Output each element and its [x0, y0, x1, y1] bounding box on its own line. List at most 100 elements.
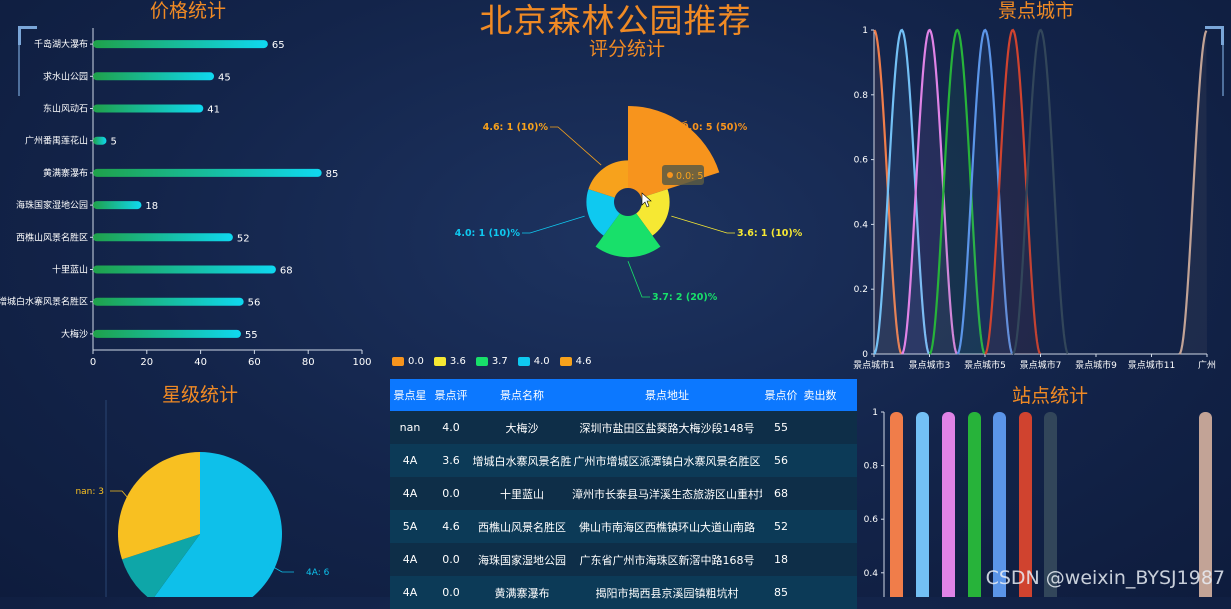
header-star[interactable]: 景点星: [390, 387, 430, 403]
price-category-label: 增城白水寨风景名胜区: [0, 296, 88, 308]
city-x-tick-label: 景点城市5: [964, 359, 1006, 371]
legend-swatch: [433, 357, 446, 366]
rating-label-line: [671, 215, 735, 234]
city-y-tick-label: 0: [862, 350, 868, 360]
price-chart: 千岛湖大瀑布 65 求水山公园 45 东山风动石 41 广州番禺莲花山 5 黄满寨瀑布 85 海珠国…: [0, 28, 372, 368]
price-x-tick-label: 0: [90, 357, 96, 368]
legend-item[interactable]: 3.6: [433, 356, 466, 367]
legend-item[interactable]: 0.0: [392, 356, 424, 367]
city-x-tick-label: 景点城市7: [1020, 359, 1062, 371]
price-bar[interactable]: [93, 136, 107, 145]
table-row[interactable]: nan 4.0 大梅沙 深圳市盐田区盐葵路大梅沙段148号 55: [390, 411, 857, 444]
cell-name: 海珠国家湿地公园: [478, 553, 566, 567]
cell-rating: 4.6: [442, 520, 460, 533]
price-bar[interactable]: [93, 72, 215, 81]
cell-price: 56: [774, 454, 788, 467]
price-value-label: 18: [145, 201, 158, 212]
station-bar[interactable]: [942, 412, 955, 597]
legend-swatch: [475, 357, 488, 366]
legend-item[interactable]: 3.7: [475, 356, 508, 367]
price-category-label: 千岛湖大瀑布: [34, 38, 88, 50]
cell-price: 85: [774, 586, 788, 599]
attraction-table: 景点星 景点评 景点名称 景点地址 景点价 卖出数 nan 4.0 大梅沙 深圳市盐田…: [390, 379, 857, 609]
header-rating[interactable]: 景点评: [430, 387, 472, 403]
price-bar[interactable]: [93, 168, 322, 177]
legend-swatch: [392, 357, 404, 366]
cell-rating: 0.0: [442, 553, 460, 566]
price-value-label: 56: [248, 298, 261, 309]
city-x-tick-label: 景点城市11: [1128, 359, 1175, 371]
cell-name: 西樵山风景名胜区: [478, 520, 566, 534]
legend-label: 3.6: [449, 356, 466, 367]
rating-label-line: [550, 126, 602, 166]
price-category-label: 广州番禺莲花山: [25, 135, 88, 147]
rating-label-line: [627, 261, 650, 298]
star-label-line: [110, 490, 129, 499]
price-category-label: 黄满寨瀑布: [43, 167, 88, 179]
price-bar[interactable]: [93, 104, 204, 113]
price-panel-title: 价格统计: [150, 0, 227, 22]
city-x-tick-label: 广州: [1198, 359, 1216, 371]
price-category-label: 大梅沙: [61, 328, 88, 340]
cell-address: 广州市增城区派潭镇白水寨风景名胜区: [573, 454, 761, 468]
price-category-label: 求水山公园: [43, 70, 88, 82]
city-y-tick-label: 0.6: [854, 156, 869, 166]
rating-legend: 0.0 3.6 3.7 4.0 4.6: [392, 356, 592, 367]
price-bar[interactable]: [93, 265, 276, 274]
city-y-tick-label: 0.4: [854, 220, 869, 230]
cell-star: 4A: [402, 586, 418, 599]
station-bar[interactable]: [968, 412, 981, 597]
cell-address: 深圳市盐田区盐葵路大梅沙段148号: [579, 421, 755, 435]
rating-slice-label: 3.7: 2 (20)%: [652, 292, 718, 303]
cell-price: 68: [774, 487, 788, 500]
price-value-label: 55: [245, 330, 258, 341]
header-name[interactable]: 景点名称: [472, 387, 572, 403]
station-bar[interactable]: [916, 412, 929, 597]
price-value-label: 45: [218, 72, 231, 83]
price-bar[interactable]: [93, 329, 241, 338]
price-value-label: 85: [326, 169, 339, 180]
header-sold[interactable]: 卖出数: [800, 387, 840, 403]
price-category-label: 十里蓝山: [52, 264, 88, 276]
price-category-label: 海珠国家湿地公园: [16, 199, 88, 211]
station-y-tick-label: 0.8: [864, 462, 879, 472]
city-x-tick-label: 景点城市1: [853, 359, 895, 371]
tooltip-marker: [667, 172, 673, 178]
cell-address: 广东省广州市海珠区新滘中路168号: [579, 553, 755, 567]
watermark: CSDN @weixin_BYSJ1987: [985, 567, 1225, 589]
station-y-tick-label: 1: [872, 408, 878, 418]
header-price[interactable]: 景点价: [762, 387, 800, 403]
cell-name: 黄满寨瀑布: [494, 586, 550, 600]
table-row[interactable]: 4A 0.0 十里蓝山 漳州市长泰县马洋溪生态旅游区山重村境内 68: [390, 477, 857, 510]
cell-price: 55: [774, 421, 788, 434]
table-row[interactable]: 5A 4.6 西樵山风景名胜区 佛山市南海区西樵镇环山大道山南路 52: [390, 510, 857, 543]
price-bar[interactable]: [93, 201, 142, 210]
cell-rating: 3.6: [442, 454, 460, 467]
city-y-tick-label: 0.8: [854, 91, 869, 101]
cell-address: 揭阳市揭西县京溪园镇粗坑村: [595, 586, 739, 600]
header-address[interactable]: 景点地址: [572, 387, 762, 403]
cell-name: 十里蓝山: [500, 487, 544, 501]
legend-item[interactable]: 4.6: [559, 356, 592, 367]
rating-slice-label: 4.6: 1 (10)%: [483, 122, 549, 133]
price-x-tick-label: 80: [302, 357, 315, 368]
table-row[interactable]: 4A 3.6 增城白水寨风景名胜 广州市增城区派潭镇白水寨风景名胜区 56: [390, 444, 857, 477]
legend-label: 0.0: [408, 356, 424, 367]
legend-item[interactable]: 4.0: [517, 356, 550, 367]
city-y-tick-label: 0.2: [854, 285, 868, 295]
cell-star: 5A: [402, 520, 418, 533]
station-y-tick-label: 0.4: [864, 569, 879, 579]
cell-price: 52: [774, 520, 788, 533]
price-bar[interactable]: [93, 233, 233, 242]
price-bar[interactable]: [93, 40, 268, 49]
price-value-label: 65: [272, 40, 285, 51]
rating-label-line: [522, 215, 585, 234]
station-bar[interactable]: [890, 412, 903, 597]
table-row[interactable]: 4A 0.0 海珠国家湿地公园 广东省广州市海珠区新滘中路168号 18: [390, 543, 857, 576]
legend-label: 4.0: [533, 356, 550, 367]
rating-slice-label: 4.0: 1 (10)%: [455, 228, 521, 239]
rating-slice-label: 0.0: 5 (50)%: [682, 122, 748, 133]
table-row[interactable]: 4A 0.0 黄满寨瀑布 揭阳市揭西县京溪园镇粗坑村 85: [390, 576, 857, 609]
price-bar[interactable]: [93, 297, 244, 306]
city-chart: 0 0.2 0.4 0.6 0.8 1 景点城市1 景点城市3 景点城市5 景点城市7 景点城市9 景…: [853, 26, 1216, 371]
